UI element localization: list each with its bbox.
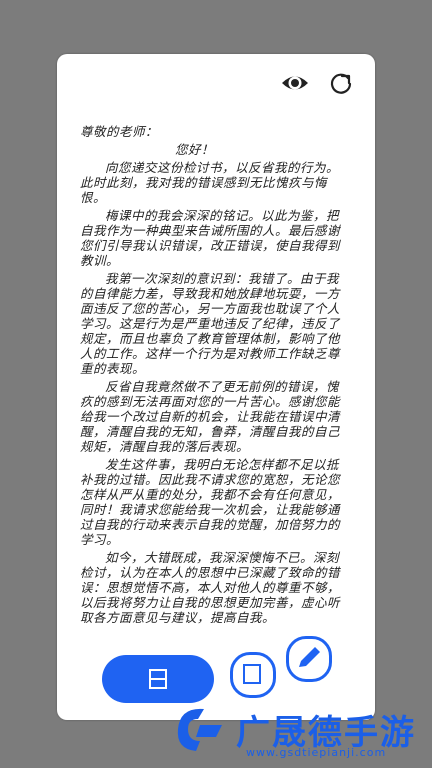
edit-icon[interactable]	[286, 636, 332, 682]
letter-greeting: 您好！	[175, 142, 215, 157]
letter-paragraph: 如今，大错既成，我深深懊悔不已。深刻检讨，认为在本人的思想中已深藏了致命的错误：…	[80, 550, 341, 625]
brand-url: www.gsdtiepianji.com	[246, 746, 387, 759]
book-icon	[149, 669, 167, 689]
letter-paragraph: 反省自我竟然做不了更无前例的错误，愧疚的感到无法再面对您的一片苦心。感谢您能给我…	[80, 379, 341, 454]
brand-logo-icon	[177, 708, 222, 751]
letter-paragraph: 我第一次深刻的意识到：我错了。由于我的自律能力差，导致我和她放肆地玩耍，一方面违…	[80, 271, 341, 376]
letter-paragraph: 发生这件事，我明白无论怎样都不足以抵补我的过错。因此我不请求您的宽恕，无论您怎样…	[80, 457, 341, 547]
watermark: 广晟德手游 www.gsdtiepianji.com	[170, 690, 432, 768]
letter-paragraph: 向您递交这份检讨书，以反省我的行为。此时此刻，我对我的错误感到无比愧疚与悔恨。	[80, 160, 340, 205]
refresh-icon[interactable]	[326, 68, 356, 98]
eye-icon[interactable]	[280, 68, 310, 98]
letter-paragraph: 梅课中的我会深深的铭记。以此为鉴，把自我作为一种典型来告诫所围的人。最后感谢您们…	[80, 208, 341, 268]
handwritten-letter: 尊敬的老师： 您好！ 向您递交这份检讨书，以反省我的行为。此时此刻，我对我的错误…	[80, 124, 344, 714]
letter-salutation: 尊敬的老师：	[80, 124, 159, 139]
